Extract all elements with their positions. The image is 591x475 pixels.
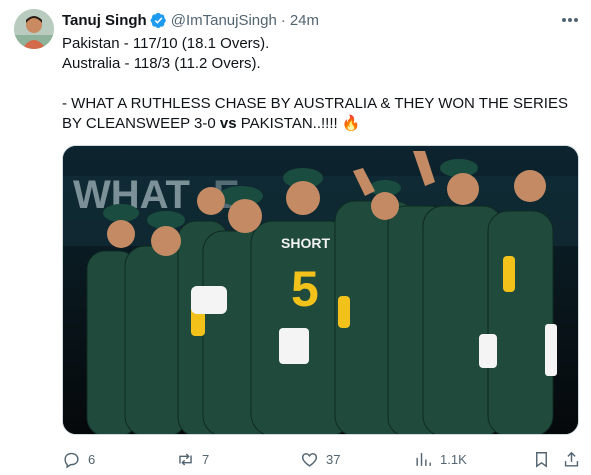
bookmark-icon — [536, 451, 547, 468]
views-icon — [416, 452, 431, 466]
share-button[interactable] — [562, 443, 581, 475]
tweet-line-australia: Australia - 118/3 (11.2 Overs). — [62, 55, 261, 72]
headline-vs: vs — [219, 115, 237, 132]
fire-emoji-icon: 🔥 — [341, 115, 361, 132]
more-icon[interactable] — [559, 12, 581, 28]
tweet-card: Tanuj Singh @ImTanujSingh · 24m Pakistan… — [0, 0, 591, 475]
separator-dot: · — [280, 11, 286, 29]
author-handle[interactable]: @ImTanujSingh — [171, 12, 277, 29]
celebration-photo: WHAT E — [63, 146, 578, 434]
action-bar: 6 7 37 1.1K — [62, 443, 582, 475]
tweet-photo[interactable]: WHAT E — [62, 145, 579, 435]
share-icon — [564, 451, 579, 467]
bookmark-button[interactable] — [532, 443, 551, 475]
like-count: 37 — [326, 451, 341, 467]
reply-button[interactable]: 6 — [62, 443, 95, 475]
headline-end: PAKISTAN..!!!! — [236, 115, 342, 132]
tweet-header: Tanuj Singh @ImTanujSingh · 24m — [62, 10, 319, 30]
tweet-line-headline: - WHAT A RUTHLESS CHASE BY AUSTRALIA & T… — [62, 94, 582, 134]
tweet-text: Pakistan - 117/10 (18.1 Overs). Australi… — [62, 34, 582, 134]
post-time[interactable]: 24m — [290, 12, 319, 29]
jersey-number: 5 — [291, 261, 319, 317]
reply-icon — [64, 452, 79, 468]
repost-button[interactable]: 7 — [176, 443, 209, 475]
verified-badge-icon — [150, 12, 166, 28]
repost-icon — [179, 452, 192, 466]
views-button[interactable]: 1.1K — [414, 443, 467, 475]
like-button[interactable]: 37 — [300, 443, 340, 475]
like-icon — [301, 452, 318, 467]
reply-count: 6 — [88, 451, 96, 467]
repost-count: 7 — [202, 451, 210, 467]
jersey-name: SHORT — [281, 235, 330, 251]
tweet-line-pakistan: Pakistan - 117/10 (18.1 Overs). — [62, 35, 270, 52]
author-name[interactable]: Tanuj Singh — [62, 12, 147, 29]
avatar[interactable] — [14, 9, 54, 49]
avatar-image — [14, 9, 54, 49]
view-count: 1.1K — [440, 451, 467, 467]
